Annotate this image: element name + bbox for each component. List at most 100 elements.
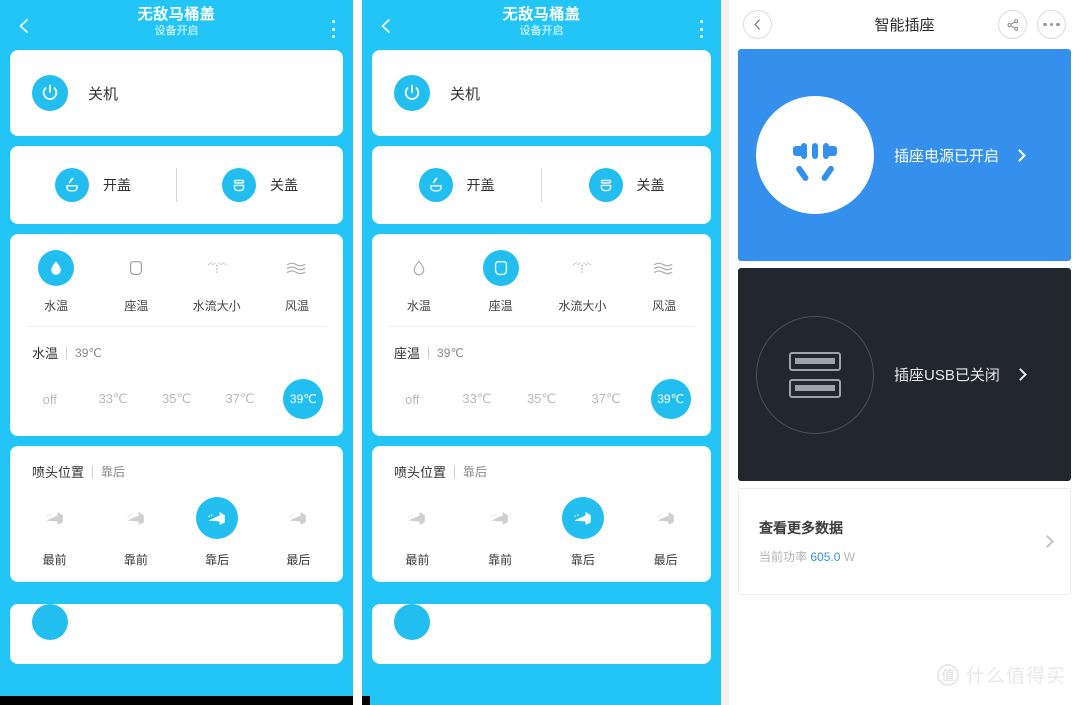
nozzle-title: 喷头位置	[32, 465, 85, 480]
partial-icon	[32, 604, 68, 640]
mode-item-seat-temp[interactable]: 座温	[96, 250, 176, 314]
share-icon[interactable]	[998, 10, 1027, 39]
plug-usb-status-wrap: 插座USB已关闭	[894, 364, 1027, 385]
power-card[interactable]: 关机	[10, 50, 343, 136]
nozzle-icon	[196, 497, 239, 539]
nozzle-option-front[interactable]: 靠前	[95, 497, 176, 568]
plug-power-status-wrap: 插座电源已开启	[894, 145, 1026, 166]
back-icon[interactable]	[16, 18, 32, 34]
nozzle-value: 靠后	[101, 465, 126, 479]
lid-open-icon	[418, 168, 453, 202]
nozzle-label: 靠后	[205, 553, 230, 567]
screenshot-stage: 无敌马桶盖 设备开启 关机 开盖 关盖 水温 座温 水流大小 风温 水温 39℃…	[0, 0, 1080, 705]
mode-head: 座温 39℃	[372, 327, 711, 362]
mode-row: 水温 座温 水流大小 风温	[372, 250, 711, 324]
nozzle-card: 喷头位置 靠后 最前 靠前 靠后 最后	[372, 446, 711, 582]
nozzle-label: 靠前	[488, 553, 513, 567]
next-card-partial[interactable]	[10, 604, 343, 664]
nozzle-label: 最前	[405, 553, 430, 567]
current-power-row: 当前功率 605.0 W	[759, 548, 1043, 565]
nozzle-label: 最后	[286, 553, 311, 567]
current-power-unit: W	[843, 550, 856, 564]
more-vertical-icon[interactable]	[699, 20, 703, 38]
lid-close-label: 关盖	[636, 177, 665, 193]
temp-option[interactable]: 35℃	[509, 391, 574, 407]
plug-power-card[interactable]: 插座电源已开启	[738, 49, 1071, 261]
nozzle-option-back-selected[interactable]: 靠后	[177, 497, 258, 568]
power-icon	[394, 75, 430, 111]
temp-option[interactable]: 35℃	[145, 391, 208, 407]
more-data-title: 查看更多数据	[759, 520, 843, 536]
nozzle-option-back-most[interactable]: 最后	[624, 497, 707, 568]
temp-option-selected[interactable]: 39℃	[272, 379, 335, 419]
plug-usb-status: 插座USB已关闭	[894, 367, 1000, 384]
divider	[66, 346, 68, 359]
more-data-card[interactable]: 查看更多数据 当前功率 605.0 W	[738, 488, 1071, 595]
nozzle-icon	[645, 497, 687, 539]
divider	[92, 465, 94, 478]
temp-option[interactable]: 37℃	[574, 391, 639, 407]
nozzle-option-back-selected[interactable]: 靠后	[542, 497, 625, 568]
mode-label: 风温	[652, 299, 677, 313]
next-card-partial[interactable]	[372, 604, 711, 664]
lid-close-button[interactable]: 关盖	[177, 168, 343, 202]
back-icon[interactable]	[743, 10, 772, 39]
device-status: 设备开启	[519, 25, 564, 38]
temp-option[interactable]: off	[18, 392, 81, 407]
nozzle-title: 喷头位置	[394, 465, 447, 480]
lid-close-button[interactable]: 关盖	[542, 168, 711, 202]
temp-option[interactable]: 33℃	[445, 391, 510, 407]
power-card[interactable]: 关机	[372, 50, 711, 136]
nozzle-option-front-most[interactable]: 最前	[376, 497, 459, 568]
toilet-panel-seat-temp: 无敌马桶盖 设备开启 关机 开盖 关盖 水温 座温 水流大小 风温 座温 39℃…	[362, 0, 721, 705]
toilet-header: 无敌马桶盖 设备开启	[0, 0, 353, 50]
lid-close-icon	[222, 168, 256, 202]
temp-option[interactable]: 37℃	[208, 391, 271, 407]
toilet-title-group: 无敌马桶盖 设备开启	[503, 6, 581, 38]
nozzle-icon	[277, 497, 319, 539]
lid-open-button[interactable]: 开盖	[10, 168, 176, 202]
device-bottom-bar	[362, 696, 370, 705]
temp-option-selected[interactable]: 39℃	[638, 379, 703, 419]
temp-option[interactable]: 33℃	[81, 391, 144, 407]
nozzle-label: 最前	[42, 553, 67, 567]
header-actions	[998, 10, 1066, 39]
power-label: 关机	[450, 85, 481, 103]
power-socket-icon	[756, 96, 874, 214]
lid-open-button[interactable]: 开盖	[372, 168, 541, 202]
lid-close-icon	[588, 168, 623, 202]
nozzle-option-back-most[interactable]: 最后	[258, 497, 339, 568]
more-horizontal-icon[interactable]	[1037, 10, 1066, 39]
more-data-text: 查看更多数据 当前功率 605.0 W	[759, 518, 1043, 565]
back-icon[interactable]	[378, 18, 394, 34]
mode-label: 风温	[284, 299, 309, 313]
mode-item-wind-temp[interactable]: 风温	[257, 250, 337, 314]
temp-option[interactable]: off	[380, 392, 445, 407]
mode-label: 水流大小	[192, 299, 241, 313]
toilet-seat-icon	[118, 250, 154, 286]
nozzle-icon	[479, 497, 521, 539]
power-icon	[32, 75, 68, 111]
nozzle-option-front-most[interactable]: 最前	[14, 497, 95, 568]
mode-label: 水流大小	[558, 299, 607, 313]
mode-item-seat-temp[interactable]: 座温	[460, 250, 542, 314]
mode-item-water-temp[interactable]: 水温	[378, 250, 460, 314]
nozzle-icon	[396, 497, 438, 539]
water-drop-icon	[401, 250, 437, 286]
toilet-seat-icon	[482, 250, 519, 286]
usb-slot	[789, 378, 841, 398]
more-vertical-icon[interactable]	[331, 20, 335, 38]
mode-item-water-flow[interactable]: 水流大小	[177, 250, 257, 314]
lid-open-label: 开盖	[466, 177, 495, 193]
mode-item-wind-temp[interactable]: 风温	[623, 250, 705, 314]
nozzle-head: 喷头位置 靠后	[10, 462, 343, 481]
nozzle-icon	[115, 497, 157, 539]
plug-usb-card[interactable]: 插座USB已关闭	[738, 268, 1071, 481]
nozzle-option-front[interactable]: 靠前	[459, 497, 542, 568]
panel-gap	[721, 0, 729, 705]
mode-item-water-flow[interactable]: 水流大小	[542, 250, 624, 314]
usb-ports-icon	[756, 315, 874, 434]
mode-item-water-temp[interactable]: 水温	[16, 250, 96, 314]
lid-open-label: 开盖	[103, 177, 131, 193]
plug-header: 智能插座	[729, 0, 1080, 49]
